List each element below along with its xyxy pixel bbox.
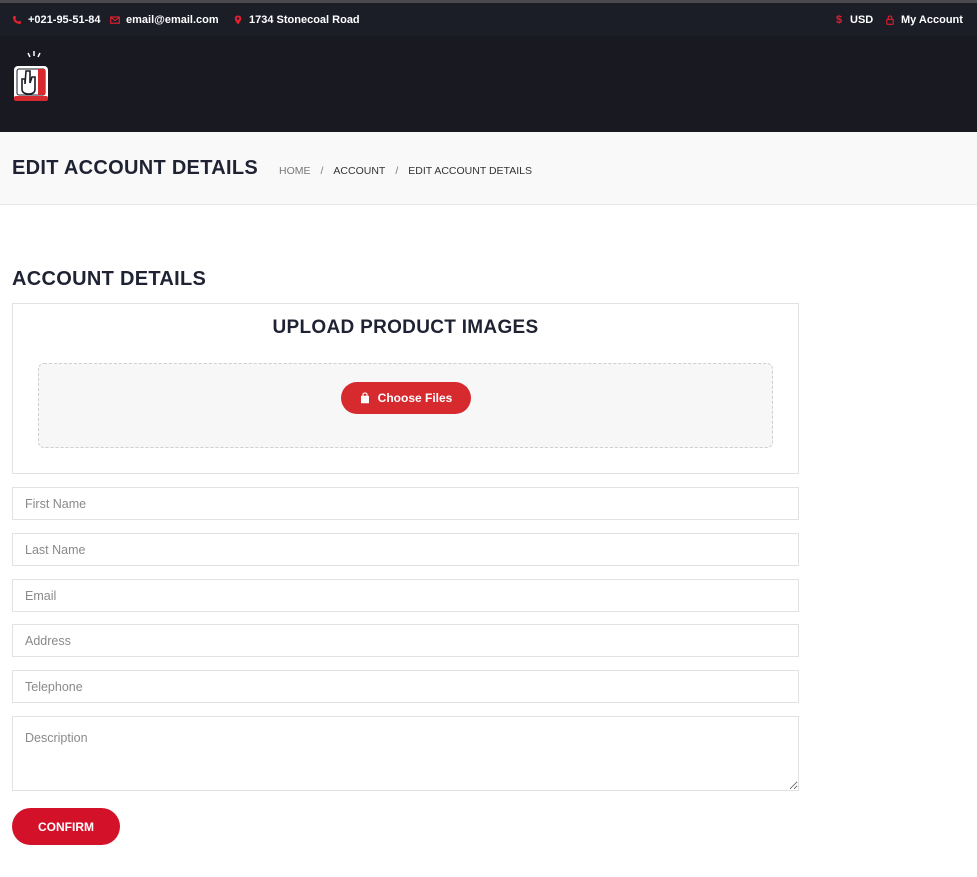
currency-label: USD	[850, 13, 874, 26]
phone-icon	[12, 15, 22, 25]
breadcrumb-separator: /	[320, 165, 324, 177]
email-field[interactable]	[12, 579, 799, 612]
breadcrumb-current: EDIT ACCOUNT DETAILS	[408, 165, 532, 177]
upload-images-title: UPLOAD PRODUCT IMAGES	[272, 317, 539, 338]
shopping-bag-icon	[360, 392, 369, 404]
topbar-phone-text: +021-95-51-84	[28, 13, 101, 26]
telephone-field[interactable]	[12, 670, 799, 703]
page-title-bar: EDIT ACCOUNT DETAILS HOME / ACCOUNT / ED…	[0, 132, 977, 205]
choose-files-button[interactable]: Choose Files	[341, 382, 471, 414]
topbar-email[interactable]: email@email.com	[110, 3, 219, 36]
topbar-address[interactable]: 1734 Stonecoal Road	[233, 3, 360, 36]
dollar-icon: $	[835, 13, 843, 26]
map-pin-icon	[233, 15, 243, 25]
top-bar: +021-95-51-84 email@email.com 1734 Stone…	[0, 3, 977, 36]
breadcrumb-account[interactable]: ACCOUNT	[333, 165, 385, 177]
address-field[interactable]	[12, 624, 799, 657]
topbar-address-text: 1734 Stonecoal Road	[249, 13, 360, 26]
topbar-email-text: email@email.com	[126, 13, 219, 26]
confirm-button[interactable]: CONFIRM	[12, 808, 120, 845]
description-field[interactable]	[12, 716, 799, 791]
first-name-field[interactable]	[12, 487, 799, 520]
envelope-icon	[110, 15, 120, 25]
file-dropzone[interactable]: Choose Files	[38, 363, 773, 448]
my-account-label: My Account	[901, 13, 963, 26]
upload-images-panel: UPLOAD PRODUCT IMAGES Choose Files	[12, 303, 799, 474]
breadcrumb-home[interactable]: HOME	[279, 165, 311, 177]
site-logo[interactable]	[12, 49, 50, 105]
topbar-phone[interactable]: +021-95-51-84	[12, 3, 100, 36]
site-header	[0, 36, 977, 132]
last-name-field[interactable]	[12, 533, 799, 566]
my-account-link[interactable]: My Account	[885, 3, 963, 36]
breadcrumb-separator: /	[395, 165, 399, 177]
choose-files-label: Choose Files	[377, 391, 453, 405]
breadcrumb: HOME / ACCOUNT / EDIT ACCOUNT DETAILS	[279, 165, 532, 177]
account-details-heading: ACCOUNT DETAILS	[12, 268, 207, 290]
lock-icon	[885, 14, 895, 25]
currency-selector[interactable]: $ USD	[834, 3, 873, 36]
page-title: EDIT ACCOUNT DETAILS	[12, 157, 258, 179]
hand-pointer-logo-icon	[14, 51, 48, 101]
